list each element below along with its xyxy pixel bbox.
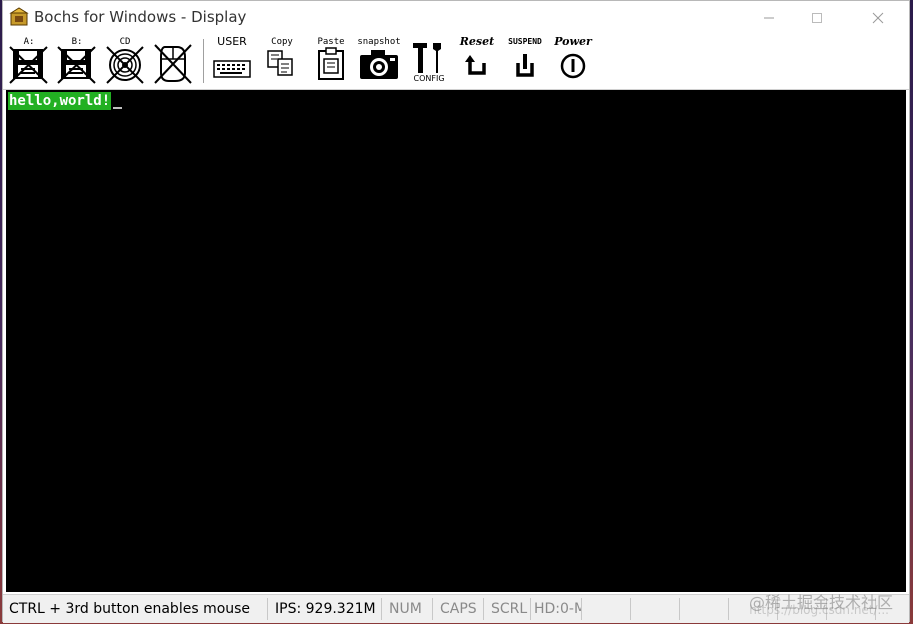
- minimize-icon: [764, 17, 774, 18]
- paste-label: Paste: [317, 37, 345, 47]
- user-label: USER: [217, 35, 247, 48]
- floppy-b-button[interactable]: B:: [55, 37, 99, 85]
- title-bar[interactable]: Bochs for Windows - Display: [3, 1, 909, 34]
- copy-button[interactable]: Copy: [260, 37, 304, 85]
- close-button[interactable]: [855, 1, 901, 34]
- close-icon: [872, 12, 884, 23]
- status-caps: CAPS: [434, 598, 484, 620]
- reset-label: Reset: [459, 35, 495, 48]
- copy-label: Copy: [271, 37, 293, 47]
- console-line: hello,world!: [8, 92, 123, 110]
- console-output-text: hello,world!: [8, 92, 112, 110]
- maximize-button[interactable]: [794, 1, 840, 34]
- status-scrl: SCRL: [485, 598, 531, 620]
- user-button[interactable]: USER: [210, 35, 254, 85]
- cdrom-label: CD: [119, 37, 131, 47]
- floppy-a-button[interactable]: A:: [7, 37, 51, 85]
- watermark: @稀土掘金技术社区: [748, 593, 893, 612]
- cdrom-button[interactable]: CD: [103, 37, 147, 85]
- status-cell-empty: [583, 598, 631, 620]
- status-cell-empty: [632, 598, 680, 620]
- floppy-b-label: B:: [71, 37, 83, 47]
- maximize-icon: [812, 12, 822, 23]
- status-mouse-hint: CTRL + 3rd button enables mouse: [3, 598, 268, 620]
- toolbar-separator: [203, 39, 204, 83]
- toolbar: A: B: CD USER Copy Paste snapshot CONFIG…: [3, 34, 909, 90]
- paste-button[interactable]: Paste: [309, 37, 353, 85]
- bochs-window: Bochs for Windows - Display A: B: CD USE…: [2, 0, 910, 623]
- status-ips: IPS: 929.321M: [269, 598, 382, 620]
- mouse-button[interactable]: [151, 37, 195, 85]
- mouse-disabled-icon: [154, 44, 192, 84]
- window-title: Bochs for Windows - Display: [34, 8, 247, 26]
- floppy-a-label: A:: [23, 37, 35, 47]
- power-label: Power: [554, 35, 592, 48]
- suspend-button[interactable]: SUSPEND: [503, 37, 547, 85]
- power-button[interactable]: Power: [551, 35, 595, 85]
- status-hd: HD:0-M: [532, 598, 582, 620]
- status-cell-empty: [681, 598, 729, 620]
- snapshot-label: snapshot: [357, 37, 401, 47]
- suspend-label: SUSPEND: [508, 37, 542, 46]
- bochs-icon: [9, 7, 29, 26]
- text-cursor: [113, 107, 123, 109]
- minimize-button[interactable]: [746, 1, 792, 34]
- config-label: CONFIG: [413, 74, 445, 83]
- status-num: NUM: [383, 598, 433, 620]
- vm-display[interactable]: hello,world!: [6, 90, 906, 592]
- config-button[interactable]: CONFIG: [407, 37, 451, 85]
- reset-button[interactable]: Reset: [455, 35, 499, 85]
- snapshot-button[interactable]: snapshot: [357, 37, 401, 85]
